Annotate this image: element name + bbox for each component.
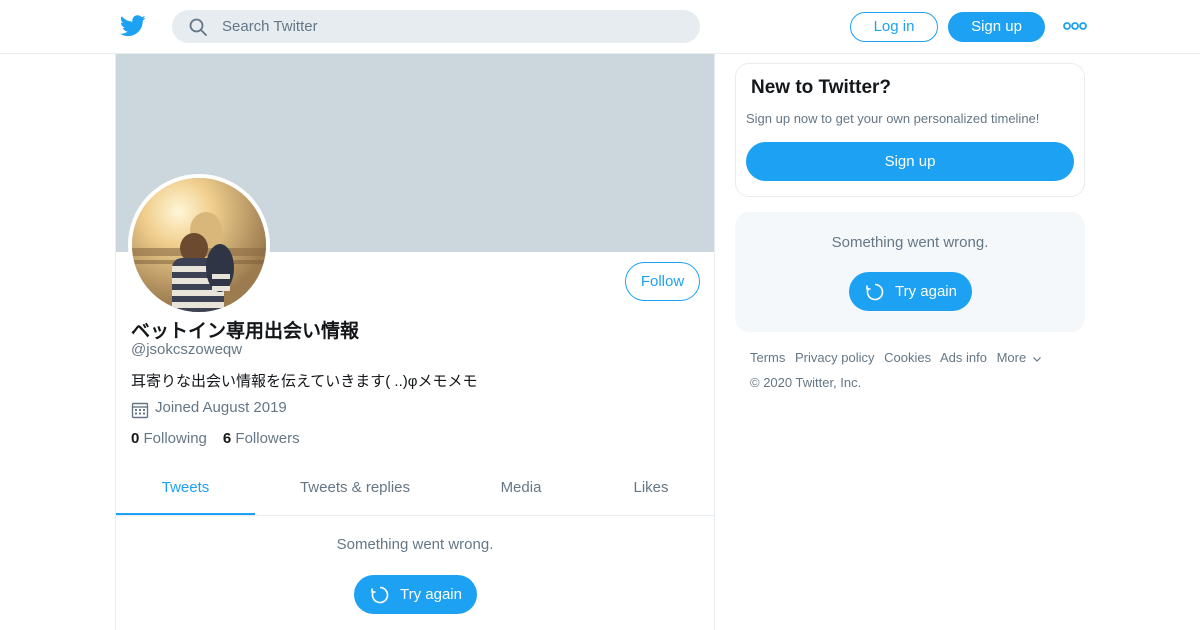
tab-likes[interactable]: Likes bbox=[616, 464, 686, 515]
chevron-down-icon bbox=[1033, 356, 1042, 362]
following-link[interactable]: 0 Following bbox=[131, 430, 207, 447]
profile-bio: 耳寄りな出会い情報を伝えていきます( ..)φメモメモ bbox=[131, 373, 478, 390]
followers-label: Followers bbox=[235, 430, 300, 447]
tab-tweets[interactable]: Tweets bbox=[116, 464, 255, 515]
sidebar-try-again-label: Try again bbox=[895, 283, 957, 300]
twitter-bird-icon[interactable] bbox=[120, 14, 146, 38]
following-label: Following bbox=[143, 430, 207, 447]
profile-column: Follow ベットイン専用出会い情報 @jsokcszoweqw 耳寄りな出会… bbox=[115, 54, 715, 630]
follow-stats: 0 Following 6 Followers bbox=[131, 430, 300, 447]
footer-links: Terms Privacy policy Cookies Ads info Mo… bbox=[750, 350, 1048, 365]
footer-link-terms[interactable]: Terms bbox=[750, 350, 785, 365]
top-navigation-bar: Log in Sign up bbox=[0, 0, 1200, 54]
joined-text: Joined August 2019 bbox=[155, 399, 287, 416]
followers-count: 6 bbox=[222, 430, 232, 447]
profile-tabs: Tweets Tweets & replies Media Likes bbox=[116, 464, 714, 516]
new-to-twitter-title: New to Twitter? bbox=[751, 77, 892, 98]
avatar[interactable] bbox=[128, 174, 270, 316]
search-icon bbox=[189, 18, 207, 36]
copyright: © 2020 Twitter, Inc. bbox=[750, 375, 862, 390]
footer-link-cookies[interactable]: Cookies bbox=[884, 350, 931, 365]
footer-link-privacy[interactable]: Privacy policy bbox=[795, 350, 874, 365]
new-to-twitter-card: New to Twitter? Sign up now to get your … bbox=[735, 63, 1085, 197]
sidebar-error-message: Something went wrong. bbox=[831, 234, 989, 251]
sidebar-error-card: Something went wrong. Try again bbox=[735, 212, 1085, 332]
more-dots-icon[interactable] bbox=[1063, 18, 1087, 34]
sidebar-try-again-button[interactable]: Try again bbox=[849, 272, 972, 311]
new-to-twitter-subtitle: Sign up now to get your own personalized… bbox=[746, 111, 1040, 126]
refresh-icon bbox=[866, 283, 884, 301]
profile-display-name: ベットイン専用出会い情報 bbox=[131, 321, 360, 342]
sidebar-signup-button[interactable]: Sign up bbox=[746, 142, 1074, 181]
try-again-button[interactable]: Try again bbox=[354, 575, 477, 614]
timeline-error-message: Something went wrong. bbox=[336, 536, 494, 553]
login-button[interactable]: Log in bbox=[850, 12, 938, 42]
search-input[interactable] bbox=[222, 10, 682, 43]
search-box[interactable] bbox=[172, 10, 700, 43]
tab-tweets-replies[interactable]: Tweets & replies bbox=[286, 464, 424, 515]
signup-button[interactable]: Sign up bbox=[948, 12, 1045, 42]
profile-handle: @jsokcszoweqw bbox=[131, 341, 243, 358]
following-count: 0 bbox=[131, 430, 140, 447]
try-again-label: Try again bbox=[400, 586, 462, 603]
avatar-photo bbox=[132, 178, 266, 312]
footer-more-label: More bbox=[996, 350, 1027, 365]
calendar-icon bbox=[131, 402, 149, 419]
followers-link[interactable]: 6 Followers bbox=[223, 430, 300, 447]
footer-link-ads-info[interactable]: Ads info bbox=[940, 350, 987, 365]
tab-media[interactable]: Media bbox=[486, 464, 556, 515]
footer-link-more[interactable]: More bbox=[997, 350, 1043, 365]
refresh-icon bbox=[371, 586, 389, 604]
follow-button[interactable]: Follow bbox=[625, 262, 700, 301]
